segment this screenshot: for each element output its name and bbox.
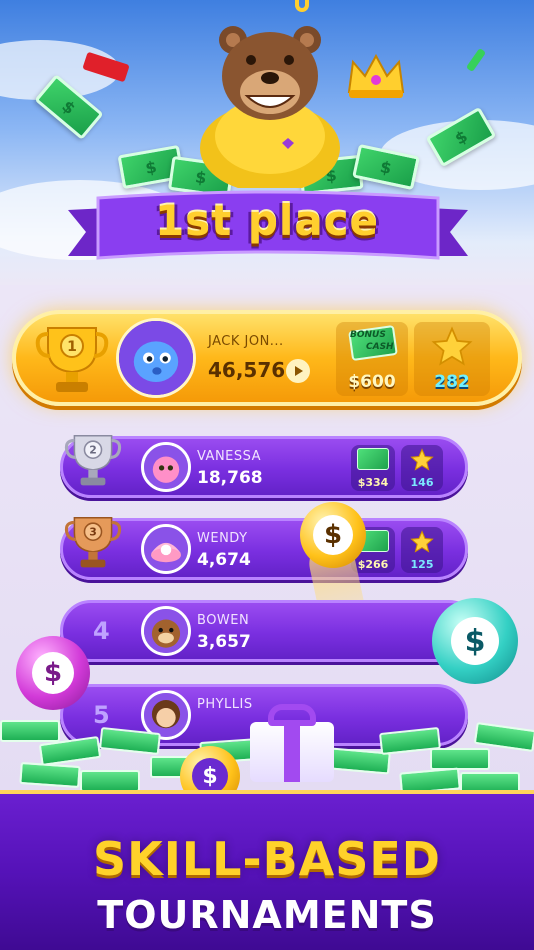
leaderboard-row-4[interactable]: 4 BOWEN 3,657 (60, 600, 480, 662)
gift-box-icon (250, 704, 334, 782)
hero-scene: $ $ $ $ $ $ 1st place (0, 0, 534, 285)
play-icon (295, 366, 303, 376)
dollar-icon: $ (313, 515, 353, 555)
star-prize: 125 (401, 527, 443, 573)
cash-stack-icon (0, 720, 60, 742)
avatar (141, 524, 191, 574)
rank-number: 4 (93, 617, 110, 645)
cash-prize-value: $600 (348, 372, 396, 392)
bonus-cash-prize: $334 (351, 445, 395, 491)
star-icon (410, 448, 434, 471)
player-score: 4,674 (197, 550, 251, 570)
banner-title: 1st place (154, 195, 380, 245)
cash-stack-icon (99, 726, 161, 756)
star-prize-value: 146 (410, 476, 434, 489)
dollar-icon: $ (32, 652, 74, 694)
tagline-line-2: TOURNAMENTS (97, 893, 437, 937)
star-prize: 282 (414, 322, 490, 396)
teal-bingo-ball: $ (432, 598, 518, 684)
bonus-cash-prize: BONUS CASH $600 (336, 322, 408, 396)
svg-text:2: 2 (89, 444, 97, 457)
confetti-icon (465, 47, 487, 73)
cash-label: CASH (366, 342, 394, 352)
gold-bingo-ball: $ (300, 502, 366, 568)
player-name: VANESSA (197, 449, 262, 464)
pink-bingo-ball: $ (16, 636, 90, 710)
gold-trophy-icon: 1 (35, 327, 109, 392)
pink-blob-avatar-icon (144, 445, 188, 489)
place-banner: 1st place (102, 182, 432, 262)
bonus-cash-icon (357, 448, 389, 470)
player-score: 18,768 (197, 468, 263, 488)
svg-text:1: 1 (67, 339, 77, 355)
avatar (116, 318, 196, 398)
play-replay-button[interactable] (286, 359, 310, 383)
pearl-shell-avatar-icon (144, 527, 188, 571)
cash-prize-value: $334 (357, 476, 389, 489)
dollar-icon: $ (451, 617, 499, 665)
avatar (141, 442, 191, 492)
player-name: JACK JON... (208, 334, 284, 349)
cash-stack-icon (430, 748, 490, 770)
star-prize: 146 (401, 445, 443, 491)
octopus-avatar-icon (119, 321, 193, 395)
star-prize-value: 125 (410, 558, 434, 571)
player-name: BOWEN (197, 613, 250, 628)
player-score: 46,576 (208, 358, 286, 382)
tagline-line-1: SKILL-BASED (92, 832, 441, 886)
star-prize-value: 282 (434, 372, 470, 392)
star-icon (431, 326, 473, 366)
cash-stack-icon (19, 761, 81, 789)
crown-icon (347, 53, 405, 98)
cash-prize-value: $266 (357, 558, 389, 571)
cash-pile: $ (0, 700, 534, 806)
player-name: WENDY (197, 531, 248, 546)
star-icon (410, 530, 434, 553)
avatar (141, 606, 191, 656)
cash-stack-icon (80, 770, 140, 792)
silver-trophy-icon: 2 (64, 434, 122, 486)
bronze-trophy-icon: 3 (64, 516, 122, 568)
svg-text:3: 3 (89, 526, 97, 539)
bear-mascot-icon (200, 26, 340, 188)
beaver-avatar-icon (144, 609, 188, 653)
confetti-icon (295, 0, 309, 12)
dollar-icon: $ (192, 758, 228, 794)
bonus-label: BONUS (350, 330, 386, 340)
leaderboard-row-1[interactable]: 1 JACK JON... 46,576 BONUS CASH $600 282 (12, 310, 522, 406)
player-score: 3,657 (197, 632, 251, 652)
